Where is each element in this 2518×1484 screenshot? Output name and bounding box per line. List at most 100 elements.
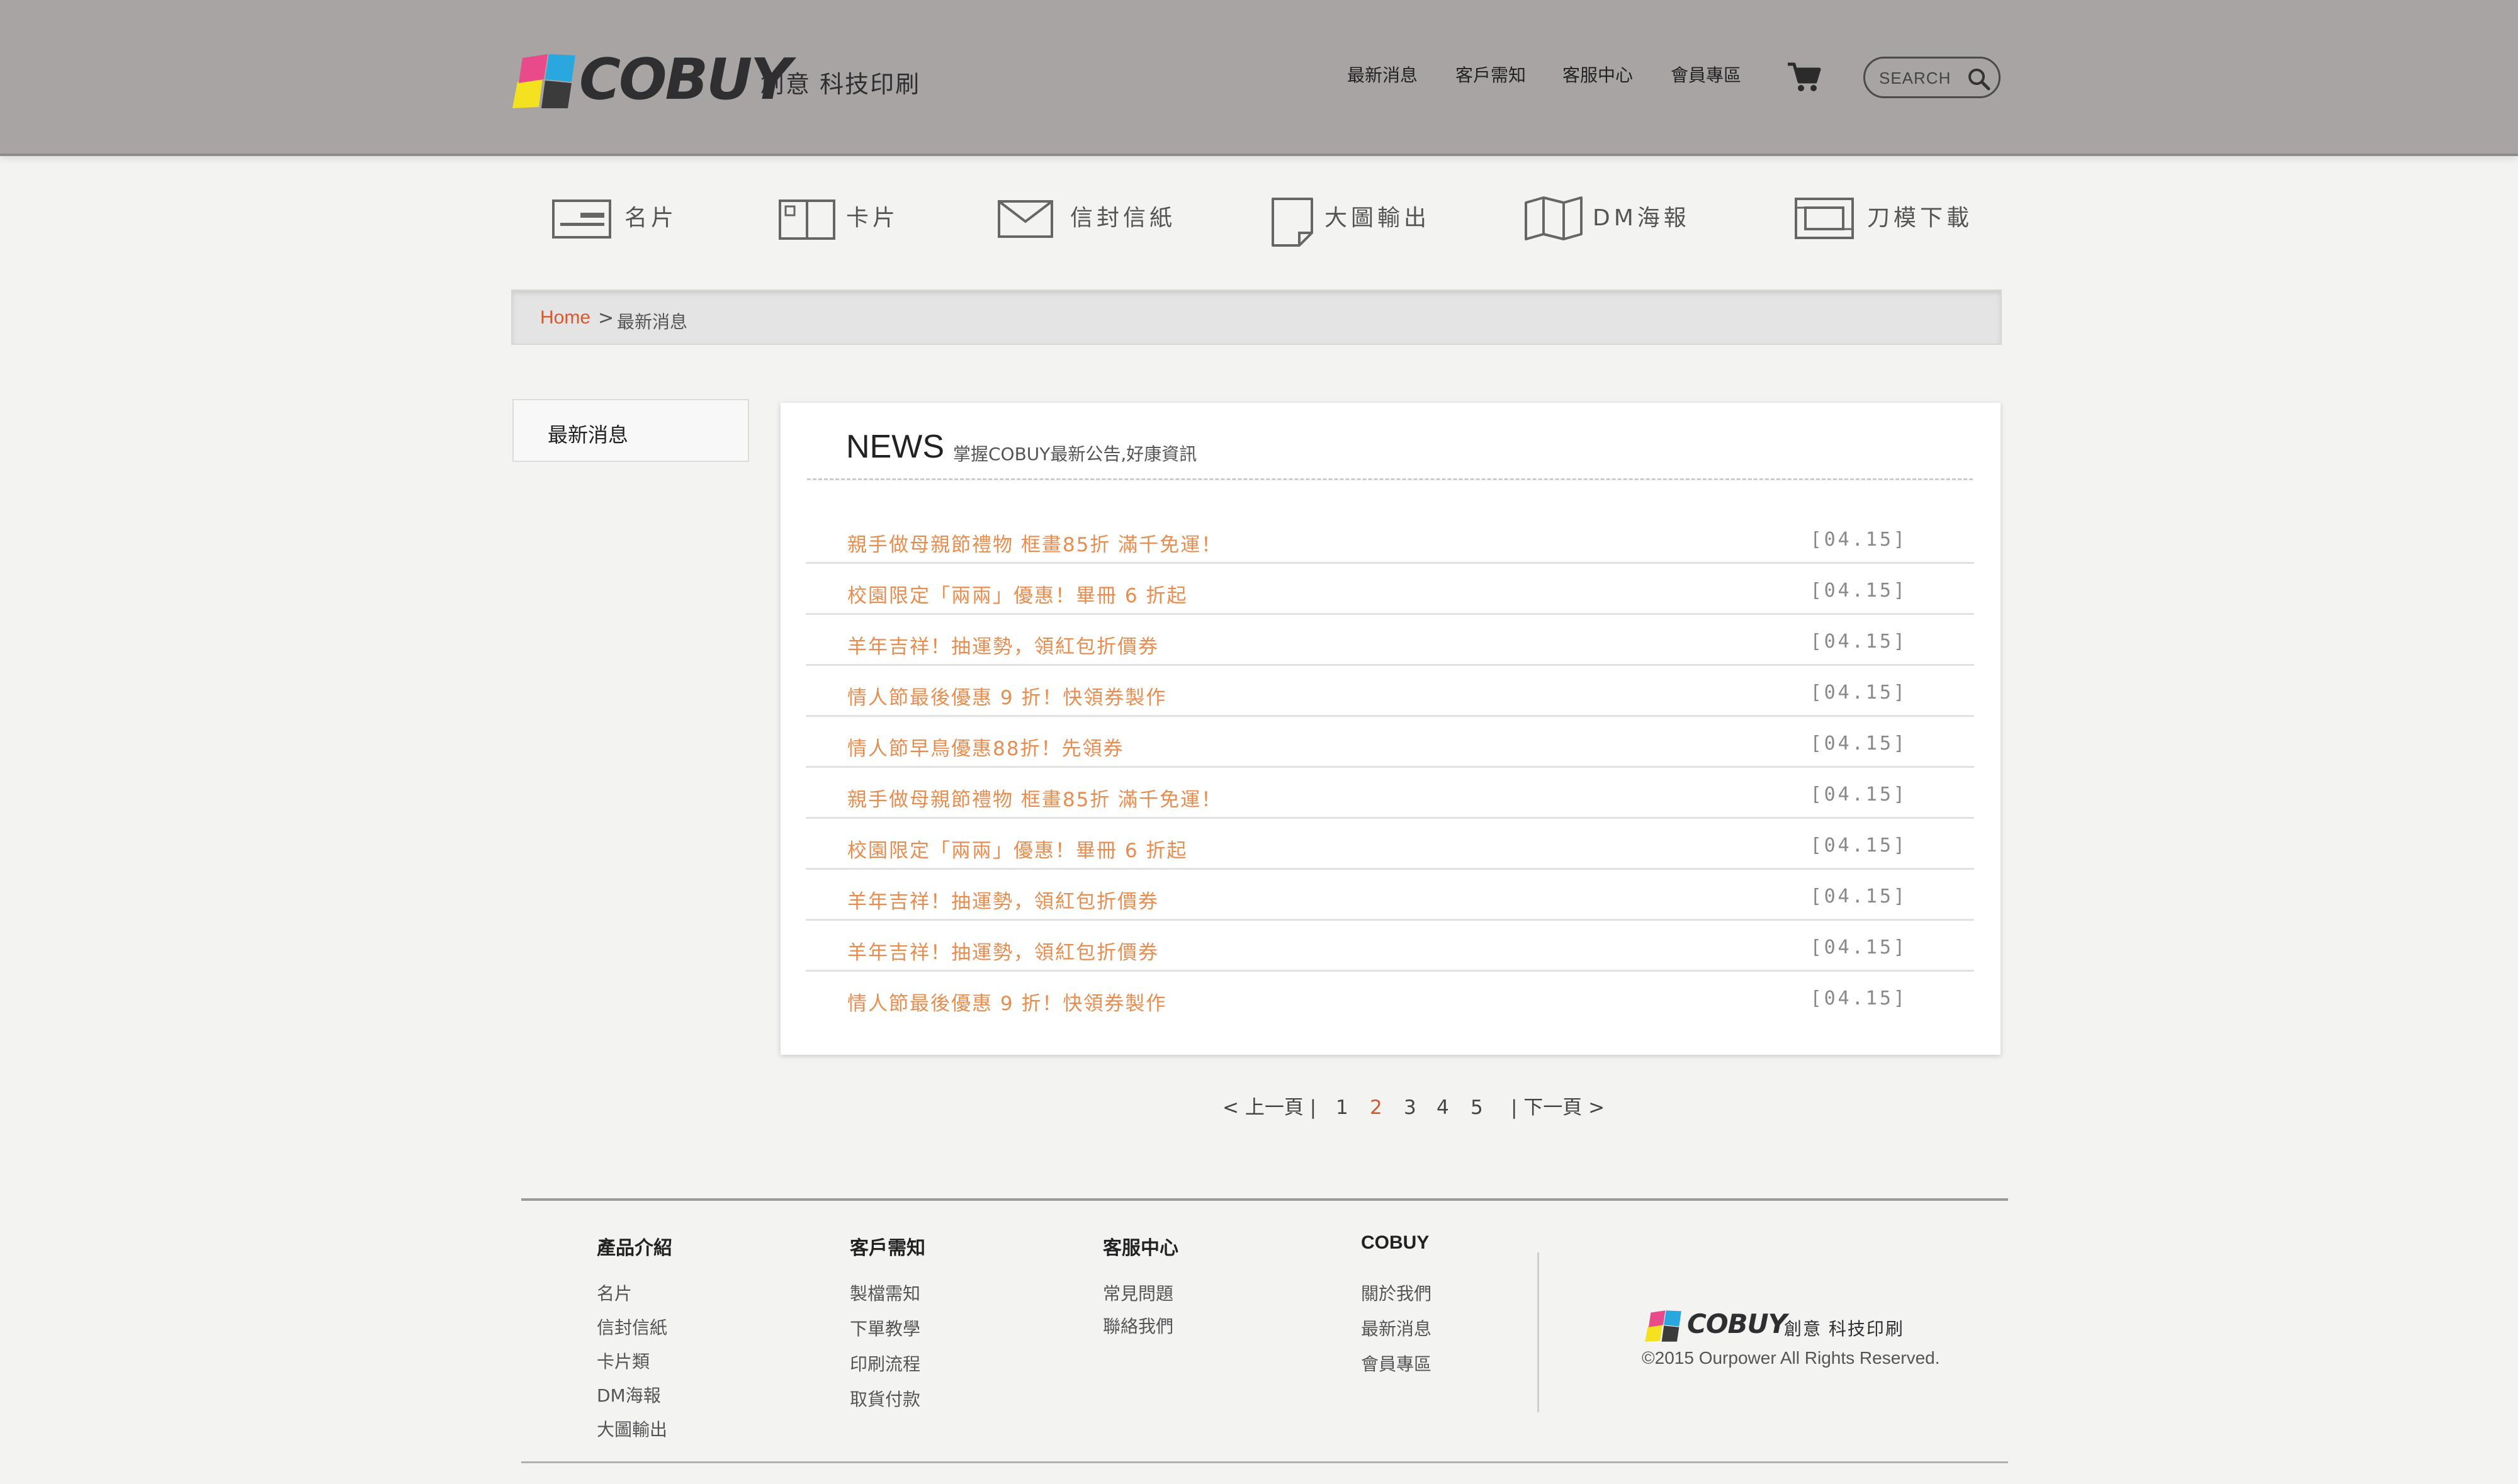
footer-copyright: ©2015 Ourpower All Rights Reserved. xyxy=(1642,1348,1940,1368)
footer-link[interactable]: 大圖輸出 xyxy=(597,1416,667,1441)
news-row[interactable]: 羊年吉祥！抽運勢，領紅包折價券 [04.15] xyxy=(806,616,1974,666)
news-title-link[interactable]: 情人節最後優惠 9 折！快領券製作 xyxy=(847,682,1166,710)
footer-link[interactable]: 名片 xyxy=(597,1280,632,1305)
category-card[interactable]: 卡片 xyxy=(778,195,904,245)
news-heading: NEWS xyxy=(846,429,944,465)
footer-link[interactable]: 下單教學 xyxy=(850,1315,920,1341)
news-title-link[interactable]: 情人節早鳥優惠88折！先領券 xyxy=(847,733,1124,761)
news-date: [04.15] xyxy=(1810,682,1907,704)
news-title-link[interactable]: 羊年吉祥！抽運勢，領紅包折價券 xyxy=(847,631,1159,659)
footer-logo-mark-icon xyxy=(1645,1310,1681,1342)
news-subtitle: 掌握COBUY最新公告,好康資訊 xyxy=(953,444,1197,464)
large-print-icon xyxy=(1272,198,1313,247)
news-title-link[interactable]: 情人節最後優惠 9 折！快領券製作 xyxy=(847,987,1166,1016)
news-row[interactable]: 校園限定「兩兩」優惠！畢冊 6 折起 [04.15] xyxy=(806,565,1974,615)
news-title-link[interactable]: 親手做母親節禮物 框畫85折 滿千免運！ xyxy=(847,784,1222,812)
footer-heading-products: 產品介紹 xyxy=(597,1237,672,1259)
logo-wordmark[interactable]: COBUY xyxy=(579,45,791,115)
pagination-page[interactable]: 3 xyxy=(1404,1095,1416,1120)
footer-heading-customer: 客戶需知 xyxy=(850,1237,925,1259)
news-divider xyxy=(807,478,1973,480)
footer-column-divider xyxy=(1537,1252,1539,1412)
news-row[interactable]: 羊年吉祥！抽運勢，領紅包折價券 [04.15] xyxy=(806,870,1974,921)
news-date: [04.15] xyxy=(1810,631,1907,653)
pagination-page[interactable]: 4 xyxy=(1437,1095,1449,1120)
news-date: [04.15] xyxy=(1810,580,1907,602)
sidebar-item-label: 最新消息 xyxy=(548,423,629,447)
footer-heading-service: 客服中心 xyxy=(1103,1237,1178,1259)
category-dm-poster[interactable]: DM海報 xyxy=(1523,195,1712,245)
footer-link[interactable]: 常見問題 xyxy=(1103,1280,1173,1305)
pagination-prev[interactable]: < 上一頁 | xyxy=(1222,1095,1316,1120)
news-title-link[interactable]: 校園限定「兩兩」優惠！畢冊 6 折起 xyxy=(847,835,1187,863)
breadcrumb-home-link[interactable]: Home xyxy=(540,307,590,329)
search-box[interactable] xyxy=(1863,57,2001,98)
topnav-service-center[interactable]: 客服中心 xyxy=(1562,63,1633,88)
footer-link[interactable]: 信封信紙 xyxy=(597,1314,667,1339)
footer-divider xyxy=(521,1198,2008,1201)
envelope-icon xyxy=(998,200,1053,238)
footer-logo-tagline: 創意 科技印刷 xyxy=(1784,1318,1904,1339)
site-header xyxy=(0,0,2518,156)
logo-mark-icon[interactable] xyxy=(511,54,577,108)
die-cut-icon xyxy=(1795,198,1854,239)
news-title-link[interactable]: 親手做母親節禮物 框畫85折 滿千免運！ xyxy=(847,529,1222,557)
footer-logo-wordmark: COBUY xyxy=(1687,1308,1787,1339)
footer-link[interactable]: 會員專區 xyxy=(1361,1351,1431,1376)
category-label: 名片 xyxy=(624,205,678,231)
news-date: [04.15] xyxy=(1810,784,1907,806)
news-row[interactable]: 親手做母親節禮物 框畫85折 滿千免運！ [04.15] xyxy=(806,768,1974,819)
news-date: [04.15] xyxy=(1810,835,1907,857)
footer-link[interactable]: 最新消息 xyxy=(1361,1315,1431,1341)
news-date: [04.15] xyxy=(1810,885,1907,908)
footer-link[interactable]: DM海報 xyxy=(597,1382,661,1407)
news-row[interactable]: 情人節最後優惠 9 折！快領券製作 [04.15] xyxy=(806,972,1974,1023)
news-row[interactable]: 情人節早鳥優惠88折！先領券 [04.15] xyxy=(806,717,1974,768)
search-icon[interactable] xyxy=(1967,67,1991,91)
sidebar-item-latest-news[interactable]: 最新消息 xyxy=(512,399,749,462)
pagination-page-current[interactable]: 2 xyxy=(1370,1095,1382,1120)
news-date: [04.15] xyxy=(1810,987,1907,1009)
topnav-member-area[interactable]: 會員專區 xyxy=(1671,63,1741,88)
shopping-cart-icon[interactable] xyxy=(1787,60,1822,93)
card-icon xyxy=(779,200,835,240)
footer-link[interactable]: 印刷流程 xyxy=(850,1351,920,1376)
category-label: 卡片 xyxy=(846,205,900,231)
category-large-print[interactable]: 大圖輸出 xyxy=(1270,195,1459,247)
breadcrumb-separator: > xyxy=(598,307,614,329)
topnav-customer-notice[interactable]: 客戶需知 xyxy=(1455,63,1526,88)
footer-link[interactable]: 聯絡我們 xyxy=(1103,1313,1173,1338)
footer-link[interactable]: 卡片類 xyxy=(597,1348,650,1373)
news-title-link[interactable]: 校園限定「兩兩」優惠！畢冊 6 折起 xyxy=(847,580,1187,608)
news-row[interactable]: 校園限定「兩兩」優惠！畢冊 6 折起 [04.15] xyxy=(806,819,1974,870)
footer-link[interactable]: 取貨付款 xyxy=(850,1386,920,1411)
category-label: DM海報 xyxy=(1593,205,1690,231)
footer-link[interactable]: 關於我們 xyxy=(1361,1280,1431,1305)
pagination-page[interactable]: 5 xyxy=(1471,1095,1483,1120)
footer-link[interactable]: 製檔需知 xyxy=(850,1280,920,1305)
news-row[interactable]: 情人節最後優惠 9 折！快領券製作 [04.15] xyxy=(806,666,1974,717)
news-date: [04.15] xyxy=(1810,936,1907,958)
category-envelope[interactable]: 信封信紙 xyxy=(997,195,1186,245)
category-business-card[interactable]: 名片 xyxy=(551,195,677,245)
news-row[interactable]: 羊年吉祥！抽運勢，領紅包折價券 [04.15] xyxy=(806,921,1974,972)
category-label: 信封信紙 xyxy=(1070,205,1177,231)
pagination-page[interactable]: 1 xyxy=(1336,1095,1348,1120)
news-date: [04.15] xyxy=(1810,529,1907,551)
brochure-icon xyxy=(1525,196,1583,240)
news-title-link[interactable]: 羊年吉祥！抽運勢，領紅包折價券 xyxy=(847,936,1159,965)
search-input[interactable] xyxy=(1878,66,1968,90)
topnav-latest-news[interactable]: 最新消息 xyxy=(1347,63,1418,88)
news-date: [04.15] xyxy=(1810,733,1907,755)
news-row[interactable]: 親手做母親節禮物 框畫85折 滿千免運！ [04.15] xyxy=(806,514,1974,564)
category-die-cut[interactable]: 刀模下載 xyxy=(1794,195,1983,245)
news-title-link[interactable]: 羊年吉祥！抽運勢，領紅包折價券 xyxy=(847,885,1159,914)
footer-heading-cobuy: COBUY xyxy=(1361,1232,1430,1253)
breadcrumb: Home > 最新消息 xyxy=(511,289,2002,345)
footer-bottom-divider xyxy=(521,1461,2008,1463)
business-card-icon xyxy=(552,200,611,239)
pagination-next[interactable]: | 下一頁 > xyxy=(1511,1095,1605,1120)
breadcrumb-current: 最新消息 xyxy=(617,312,688,332)
logo-tagline: 創意 科技印刷 xyxy=(760,70,921,98)
category-label: 刀模下載 xyxy=(1867,205,1973,231)
